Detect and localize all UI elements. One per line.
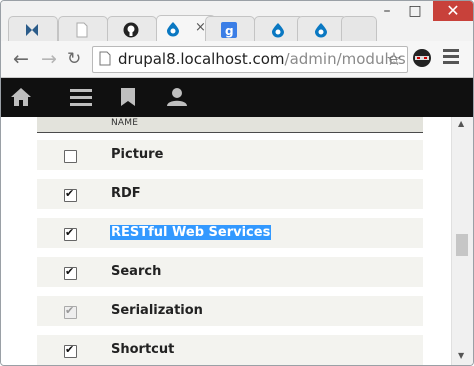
maximize-button[interactable]: □ (401, 1, 429, 21)
google-g-icon: g (221, 22, 237, 38)
forward-arrow-icon[interactable]: → (41, 49, 57, 69)
menu-icon[interactable] (70, 87, 92, 107)
drupal-drop-icon (315, 23, 327, 38)
reload-icon[interactable]: ↻ (67, 49, 81, 69)
vertical-scrollbar[interactable]: ▲ ▼ (451, 117, 473, 365)
home-icon[interactable] (10, 87, 32, 107)
table-row: Shortcut (37, 335, 423, 365)
table-row: RESTful Web Services (37, 218, 423, 248)
page-icon (99, 51, 111, 66)
bookmark-star-icon[interactable]: ☆ (386, 49, 402, 70)
table-row: Picture (37, 140, 423, 170)
minimize-button[interactable]: – (373, 1, 401, 21)
tab-github[interactable] (107, 16, 157, 43)
back-arrow-icon[interactable]: ← (13, 49, 29, 69)
url-host: drupal8.localhost.com (118, 50, 285, 68)
bow-tie-logo-icon (26, 24, 38, 36)
github-icon (123, 22, 139, 38)
svg-text:g: g (225, 24, 234, 38)
new-tab-button[interactable] (341, 16, 377, 43)
module-name-selected: RESTful Web Services (110, 225, 272, 240)
module-checkbox[interactable] (64, 226, 77, 241)
window-close-button[interactable]: ✕ (433, 1, 473, 21)
module-checkbox-disabled (64, 304, 77, 319)
module-checkbox[interactable] (64, 187, 77, 202)
bookmark-icon[interactable] (120, 87, 136, 107)
drupal-drop-icon (272, 23, 284, 38)
drupal-admin-toolbar (1, 78, 473, 117)
module-name: Search (111, 264, 162, 279)
table-row: Search (37, 257, 423, 287)
tab-site-1[interactable] (8, 16, 58, 43)
user-icon[interactable] (166, 87, 188, 107)
module-checkbox[interactable] (64, 343, 77, 358)
browser-toolbar: ← → ↻ drupal8.localhost.com/admin/module… (1, 41, 473, 78)
module-name: Serialization (111, 303, 203, 318)
chrome-menu-icon[interactable] (443, 49, 459, 67)
modules-page: NAME Picture RDF RESTful Web Services Se… (1, 117, 451, 365)
scrollbar-thumb[interactable] (456, 234, 468, 256)
column-header-name[interactable]: NAME (111, 118, 138, 128)
table-header: NAME (37, 117, 423, 133)
module-name: Picture (111, 147, 164, 162)
scroll-up-arrow-icon[interactable]: ▲ (458, 119, 464, 128)
scroll-down-arrow-icon[interactable]: ▼ (458, 351, 464, 360)
browser-window: × g – □ ✕ ← → ↻ drupal8.localhost.com/ad… (0, 0, 474, 366)
module-name: Shortcut (111, 342, 175, 357)
ninja-extension-icon[interactable] (412, 48, 432, 68)
tab-strip: × g – □ ✕ (1, 1, 473, 43)
address-bar[interactable]: drupal8.localhost.com/admin/modules ☆ (92, 46, 408, 73)
url-text: drupal8.localhost.com/admin/modules (118, 50, 406, 68)
drupal-drop-icon (167, 22, 179, 37)
tab-drupal-3[interactable] (297, 16, 347, 43)
module-checkbox[interactable] (64, 265, 77, 280)
blank-page-icon (76, 22, 88, 38)
tab-google[interactable]: g (205, 16, 255, 43)
table-row: RDF (37, 179, 423, 209)
module-checkbox[interactable] (64, 150, 77, 163)
module-name: RDF (111, 186, 141, 201)
tab-blank[interactable] (58, 16, 108, 43)
table-row: Serialization (37, 296, 423, 326)
